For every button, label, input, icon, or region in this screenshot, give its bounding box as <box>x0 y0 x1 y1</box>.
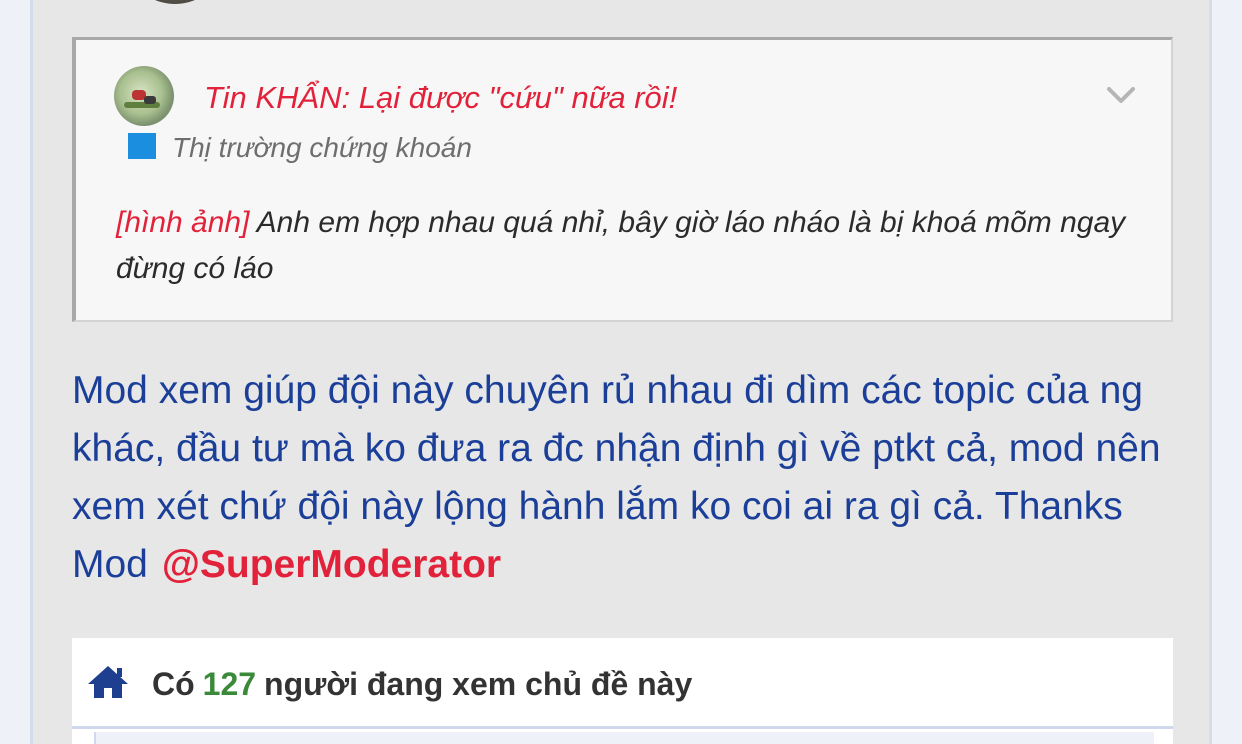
post-body: Mod xem giúp đội này chuyên rủ nhau đi d… <box>72 362 1182 594</box>
viewers-count: 127 <box>202 666 257 702</box>
quoted-body: Anh em hợp nhau quá nhỉ, bây giờ láo nhá… <box>116 206 1126 285</box>
mention-link[interactable]: @SuperModerator <box>162 543 501 586</box>
image-placeholder-link[interactable]: [hình ảnh] <box>116 206 249 239</box>
divider <box>72 726 1173 729</box>
poster-avatar[interactable] <box>139 0 211 4</box>
viewers-prefix: Có <box>152 666 195 702</box>
viewers-panel: Có 127 người đang xem chủ đề này <box>72 638 1173 744</box>
chevron-down-icon[interactable] <box>1106 84 1136 106</box>
viewers-list <box>94 732 1154 744</box>
home-icon <box>88 666 128 698</box>
viewers-suffix: người đang xem chủ đề này <box>264 666 693 702</box>
viewers-count-text: Có 127 người đang xem chủ đề này <box>152 666 692 703</box>
category-color-icon <box>128 133 156 159</box>
quoted-author-avatar[interactable] <box>114 66 174 126</box>
quoted-text: [hình ảnh] Anh em hợp nhau quá nhỉ, bây … <box>116 200 1166 292</box>
quoted-post: Tin KHẨN: Lại được "cứu" nữa rồi! Thị tr… <box>72 37 1173 322</box>
quoted-thread-title[interactable]: Tin KHẨN: Lại được "cứu" nữa rồi! <box>204 80 677 116</box>
quoted-category[interactable]: Thị trường chứng khoán <box>172 132 472 164</box>
